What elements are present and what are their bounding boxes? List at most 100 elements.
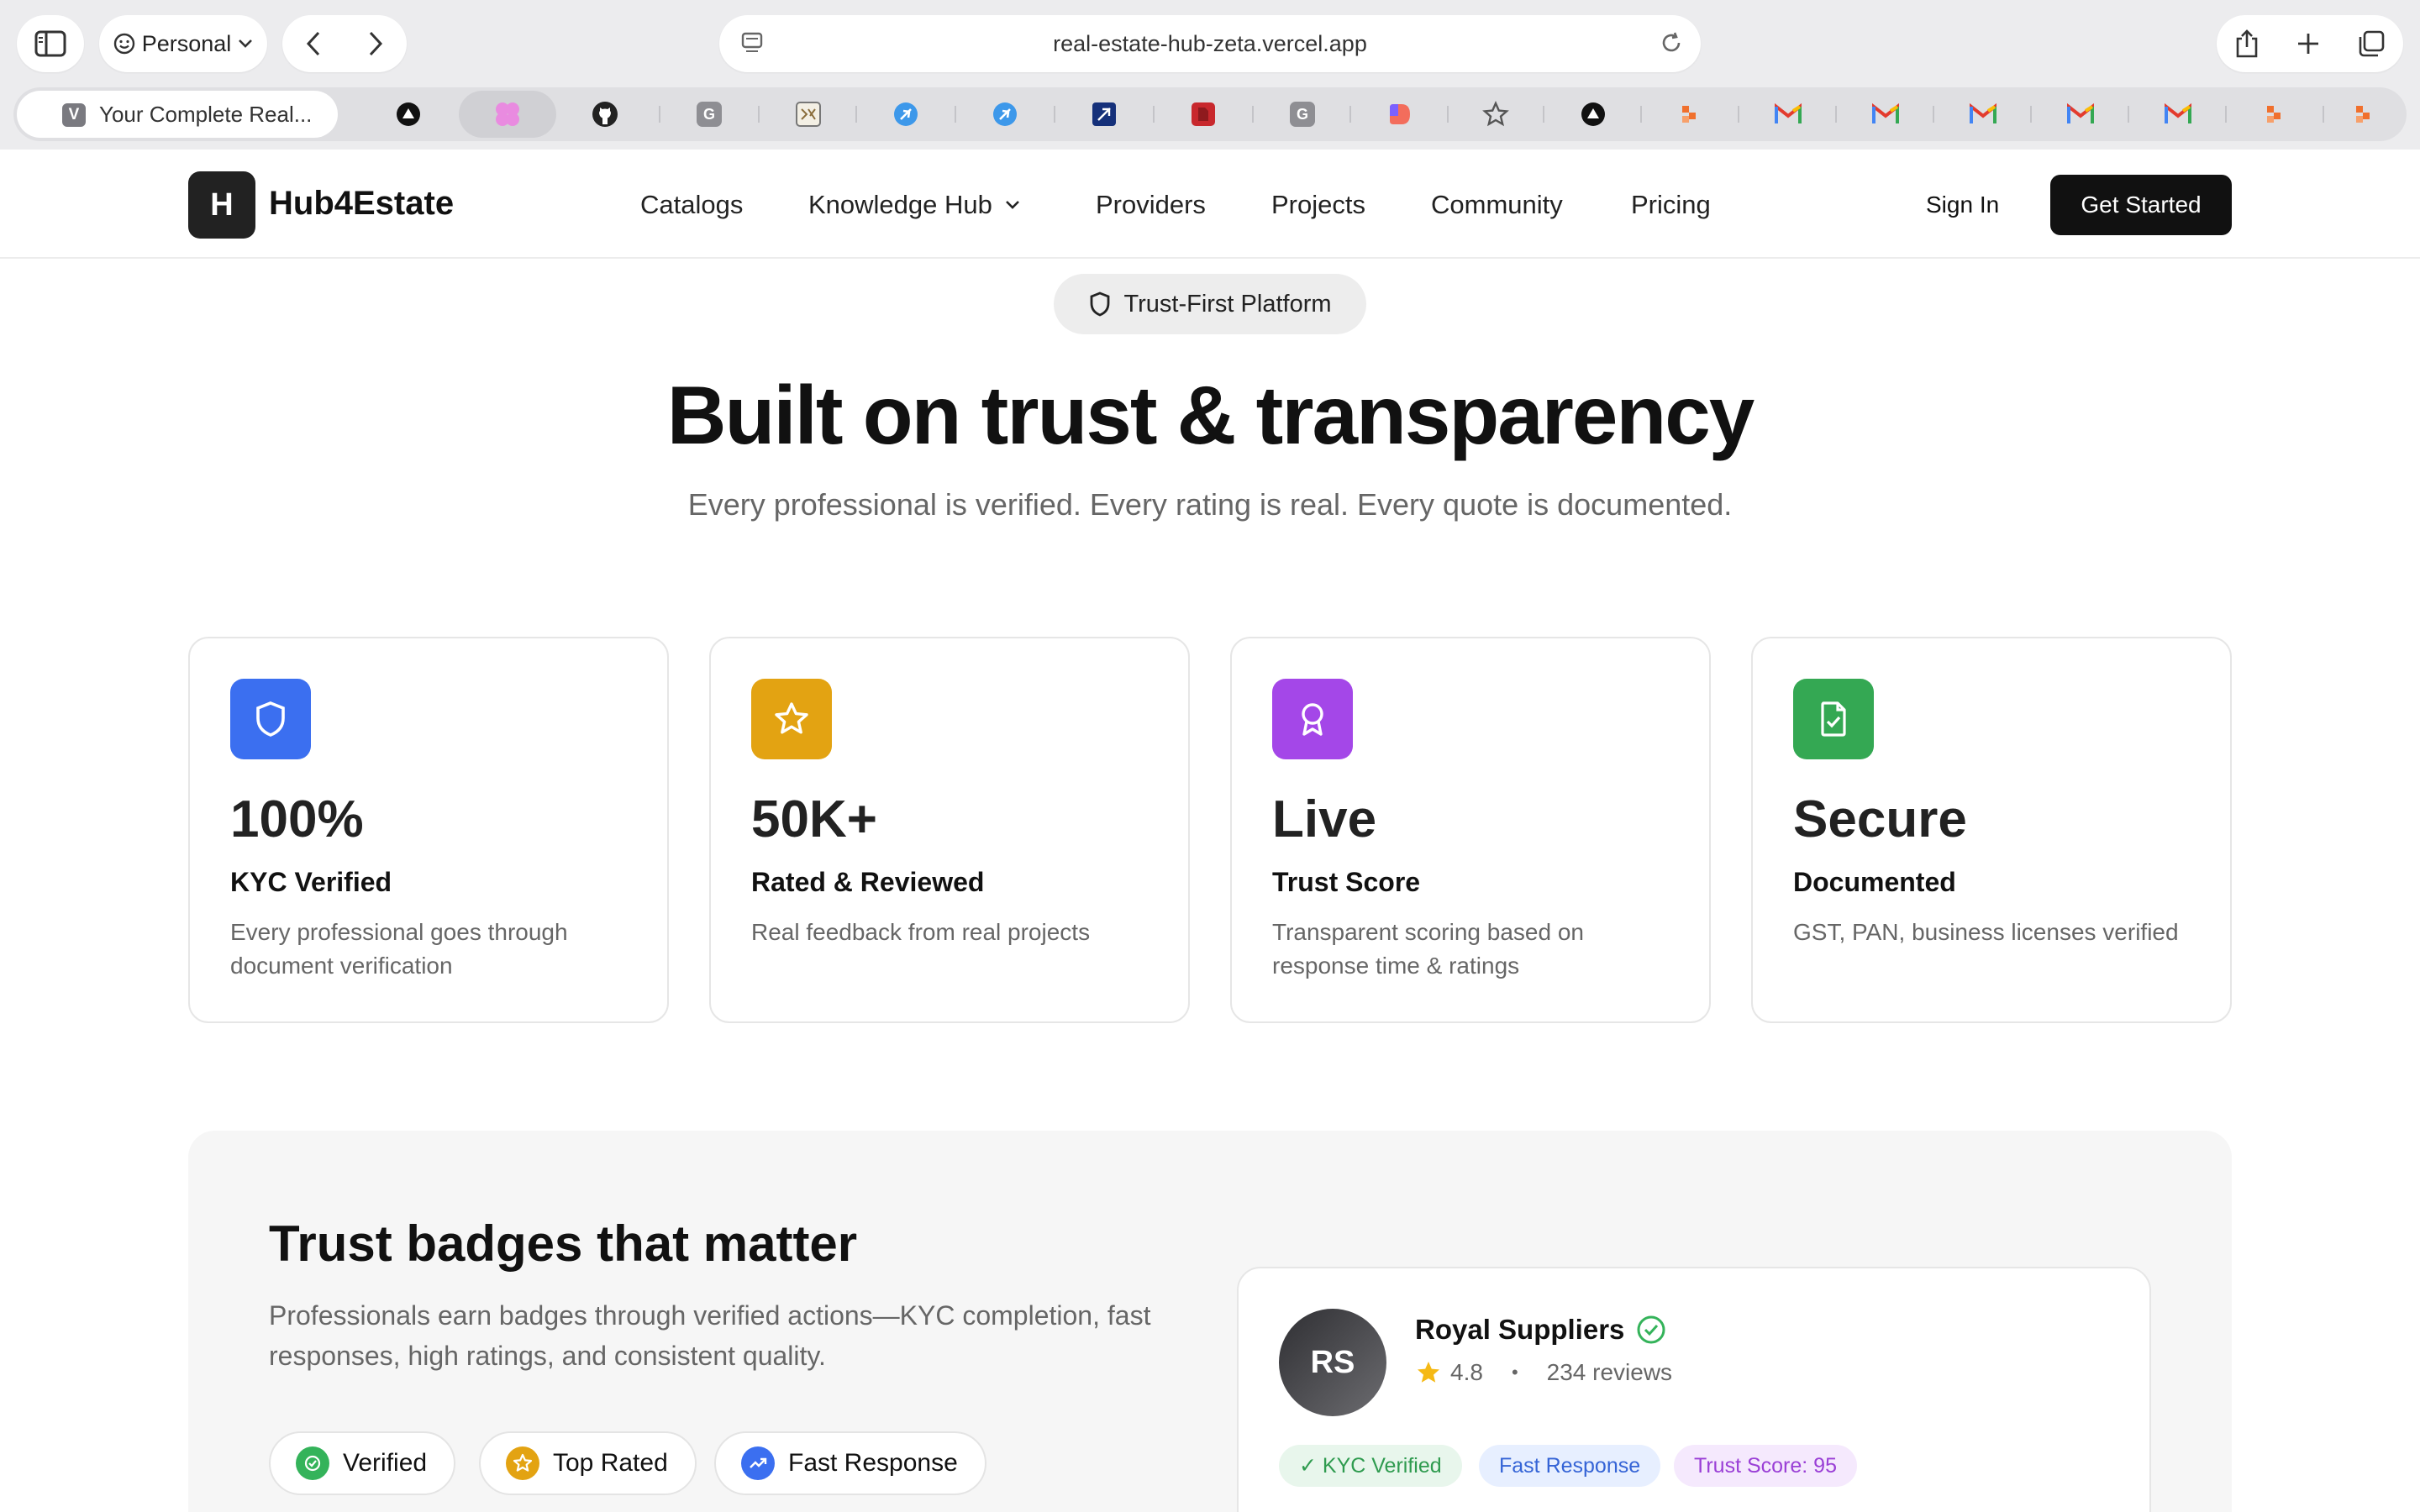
colorful-app-icon — [1390, 104, 1410, 124]
tab-orange-1[interactable] — [1642, 87, 1739, 141]
tab-orange-3[interactable] — [2324, 87, 2405, 141]
tab-flight[interactable] — [1055, 87, 1153, 141]
badge-chip-label: Fast Response — [788, 1449, 958, 1477]
page-menu-icon[interactable] — [741, 32, 763, 55]
star-filled-icon — [1418, 1362, 1439, 1383]
tab-vercel-2[interactable] — [1544, 87, 1642, 141]
nav-knowledge-hub[interactable]: Knowledge Hub — [808, 190, 1021, 220]
stat-icon-tile — [751, 679, 832, 759]
badge-chip-label: Verified — [343, 1449, 428, 1477]
nav-community[interactable]: Community — [1431, 190, 1563, 220]
forward-arrow-icon[interactable] — [366, 30, 385, 57]
reload-icon[interactable] — [1659, 30, 1684, 55]
stat-icon-tile — [230, 679, 311, 759]
tab-plane-2[interactable] — [956, 87, 1054, 141]
tab-gmail-1[interactable] — [1739, 87, 1837, 141]
tab-gmail-2[interactable] — [1837, 87, 1934, 141]
tag-fast-response: Fast Response — [1479, 1445, 1661, 1487]
tab-active[interactable]: V Your Complete Real... — [17, 91, 338, 138]
tag-trust-score: Trust Score: 95 — [1674, 1445, 1857, 1487]
hero-subtitle: Every professional is verified. Every ra… — [687, 487, 1733, 522]
tab-plane-1[interactable] — [857, 87, 955, 141]
pattern-icon — [796, 102, 821, 127]
badge-chip-top-rated[interactable]: Top Rated — [479, 1431, 697, 1495]
plane-icon — [894, 102, 918, 126]
trust-first-badge: Trust-First Platform — [1054, 274, 1366, 334]
file-check-icon — [1821, 701, 1846, 737]
sidebar-icon — [34, 30, 66, 57]
award-icon — [1302, 703, 1323, 736]
github-icon — [592, 102, 618, 127]
profile-switcher[interactable]: Personal — [99, 15, 267, 72]
provider-preview-card[interactable]: RS Royal Suppliers 4.8 • 234 reviews ✓ K… — [1237, 1267, 2151, 1512]
tab-claude[interactable] — [1351, 87, 1449, 141]
nav-knowledge-hub-label: Knowledge Hub — [808, 190, 992, 219]
stat-card-reviews: 50K+ Rated & Reviewed Real feedback from… — [709, 637, 1190, 1023]
stat-description: Every professional goes through document… — [230, 919, 568, 979]
trust-first-label: Trust-First Platform — [1123, 290, 1332, 318]
sidebar-toggle-button[interactable] — [17, 15, 84, 72]
stat-card-trust-score: Live Trust Score Transparent scoring bas… — [1230, 637, 1711, 1023]
sign-in-link[interactable]: Sign In — [1926, 192, 1999, 218]
star-icon — [506, 1446, 539, 1480]
stat-label: Rated & Reviewed — [751, 867, 985, 897]
browser-actions — [2217, 15, 2403, 72]
trending-up-icon — [741, 1446, 775, 1480]
tab-gmail-4[interactable] — [2032, 87, 2129, 141]
tab-g2[interactable]: G — [1254, 87, 1351, 141]
nav-providers[interactable]: Providers — [1096, 190, 1206, 220]
stat-icon-tile — [1272, 679, 1353, 759]
logo-mark[interactable]: H — [188, 171, 255, 239]
nav-catalogs[interactable]: Catalogs — [640, 190, 743, 220]
verified-check-icon — [1637, 1315, 1665, 1344]
nav-pricing[interactable]: Pricing — [1631, 190, 1711, 220]
gmail-icon — [2067, 103, 2094, 123]
orange-arrow-icon — [1682, 106, 1696, 123]
site-header: H Hub4Estate Catalogs Knowledge Hub Prov… — [0, 150, 2420, 259]
badge-chip-label: Top Rated — [553, 1449, 668, 1477]
tab-red-app[interactable] — [1155, 87, 1252, 141]
shield-icon — [256, 701, 285, 737]
tab-title: Your Complete Real... — [99, 101, 313, 127]
get-started-button[interactable]: Get Started — [2050, 175, 2232, 235]
tab-orange-2[interactable] — [2227, 87, 2324, 141]
badge-chip-fast-response[interactable]: Fast Response — [714, 1431, 986, 1495]
browser-toolbar: Personal real-estate-hub-zeta.vercel.app — [0, 0, 2420, 87]
provider-name-row: Royal Suppliers — [1415, 1314, 1666, 1346]
tag-kyc-verified: ✓ KYC Verified — [1279, 1445, 1462, 1487]
history-navigation — [282, 15, 407, 72]
tab-pattern[interactable] — [760, 87, 857, 141]
browser-chrome: Personal real-estate-hub-zeta.vercel.app… — [0, 0, 2420, 150]
tab-github[interactable] — [556, 87, 654, 141]
stat-label: Trust Score — [1272, 867, 1421, 897]
tab-vercel[interactable] — [360, 87, 457, 141]
chevron-down-icon — [1005, 201, 1019, 209]
tab-bar: V Your Complete Real... G G — [13, 87, 2407, 141]
badge-chip-verified[interactable]: Verified — [269, 1431, 456, 1495]
hero-title: Built on trust & transparency — [666, 369, 1754, 461]
nav-projects[interactable]: Projects — [1271, 190, 1365, 220]
address-bar[interactable]: real-estate-hub-zeta.vercel.app — [719, 15, 1701, 72]
tab-favicon-v: V — [62, 103, 86, 127]
orange-arrow-icon — [2356, 106, 2370, 123]
tab-overview-icon[interactable] — [2357, 29, 2386, 58]
smiley-icon — [113, 33, 134, 55]
tab-gmail-3[interactable] — [1934, 87, 2032, 141]
stat-description: GST, PAN, business licenses verified — [1793, 919, 2179, 945]
badges-title: Trust badges that matter — [269, 1215, 858, 1272]
stat-description: Transparent scoring based on response ti… — [1272, 919, 1584, 979]
tab-clover[interactable] — [459, 91, 556, 138]
tab-g1[interactable]: G — [660, 87, 758, 141]
back-arrow-icon[interactable] — [304, 30, 323, 57]
red-app-icon — [1192, 102, 1215, 126]
provider-review-count: 234 reviews — [1546, 1359, 1673, 1385]
tab-gmail-5[interactable] — [2129, 87, 2227, 141]
new-tab-icon[interactable] — [2296, 31, 2321, 56]
star-icon — [775, 702, 808, 734]
stat-value: Live — [1272, 790, 1377, 848]
stat-value: Secure — [1793, 790, 1967, 848]
share-icon[interactable] — [2234, 29, 2260, 59]
brand-name[interactable]: Hub4Estate — [269, 185, 454, 223]
tab-bookmarks[interactable] — [1447, 87, 1544, 141]
gmail-icon — [1872, 103, 1899, 123]
